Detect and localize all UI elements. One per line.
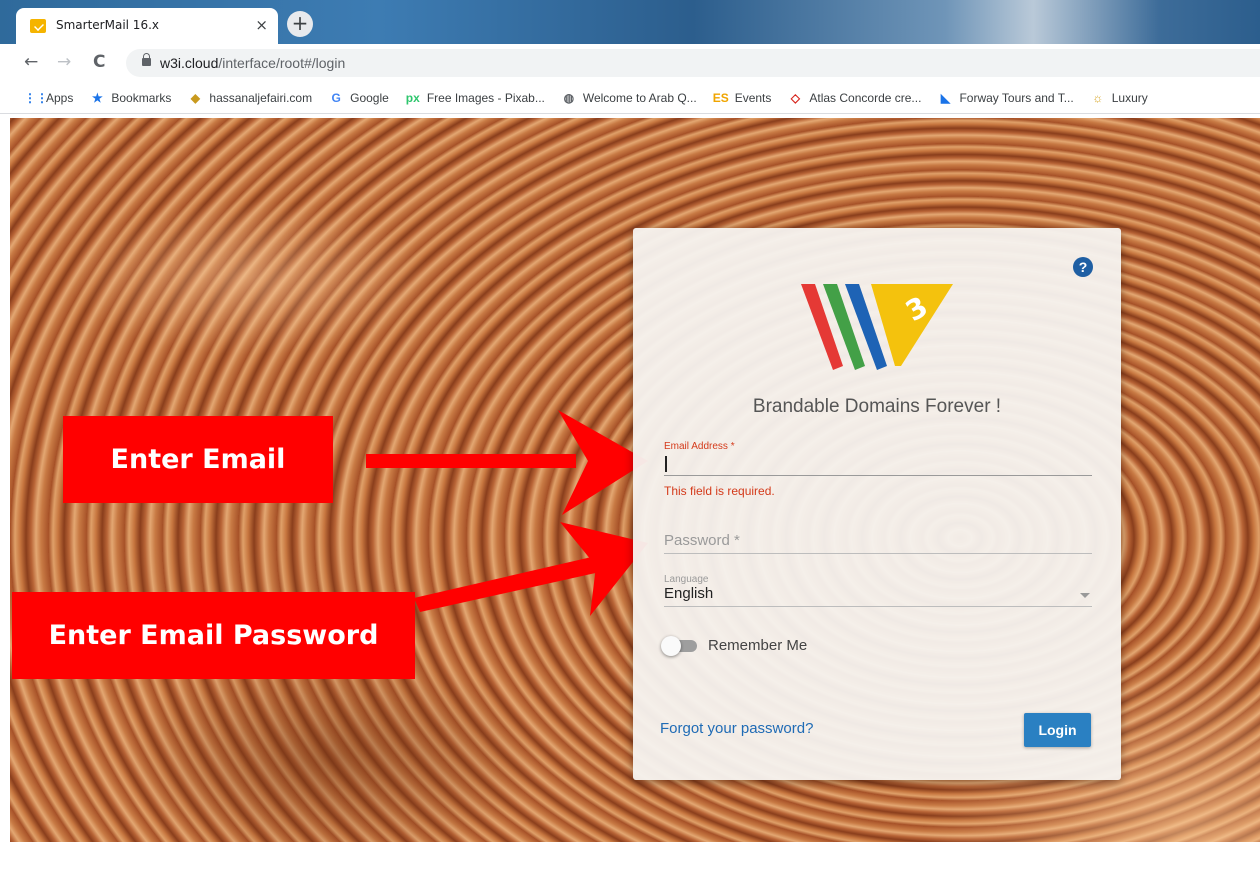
email-field-group: Email Address * This field is required. — [664, 441, 1092, 498]
enter-password-callout: Enter Email Password — [12, 592, 415, 679]
enter-email-callout: Enter Email — [63, 416, 333, 503]
language-label: Language — [664, 574, 709, 585]
login-card: ? 3 Brandable Domains Forever ! Email Ad… — [633, 228, 1121, 780]
email-arrow — [366, 410, 648, 515]
email-error-message: This field is required. — [664, 484, 775, 498]
remember-me-label[interactable]: Remember Me — [708, 637, 807, 654]
email-input[interactable] — [664, 452, 1092, 476]
remember-me-toggle[interactable] — [661, 636, 697, 656]
help-icon[interactable]: ? — [1073, 257, 1093, 277]
language-select[interactable]: English — [664, 585, 1092, 607]
forgot-password-link[interactable]: Forgot your password? — [660, 720, 813, 737]
language-value: English — [664, 585, 714, 602]
w3-logo: 3 — [801, 284, 953, 370]
password-field-group: Password * — [664, 530, 1092, 554]
text-caret — [665, 456, 667, 472]
password-input[interactable]: Password * — [664, 530, 1092, 554]
login-button[interactable]: Login — [1024, 713, 1091, 747]
chevron-down-icon — [1080, 593, 1090, 598]
password-arrow — [414, 522, 648, 616]
toggle-thumb — [661, 636, 681, 656]
tagline: Brandable Domains Forever ! — [752, 396, 1002, 417]
email-label: Email Address * — [664, 441, 735, 452]
language-field-group: Language English — [664, 574, 1092, 607]
